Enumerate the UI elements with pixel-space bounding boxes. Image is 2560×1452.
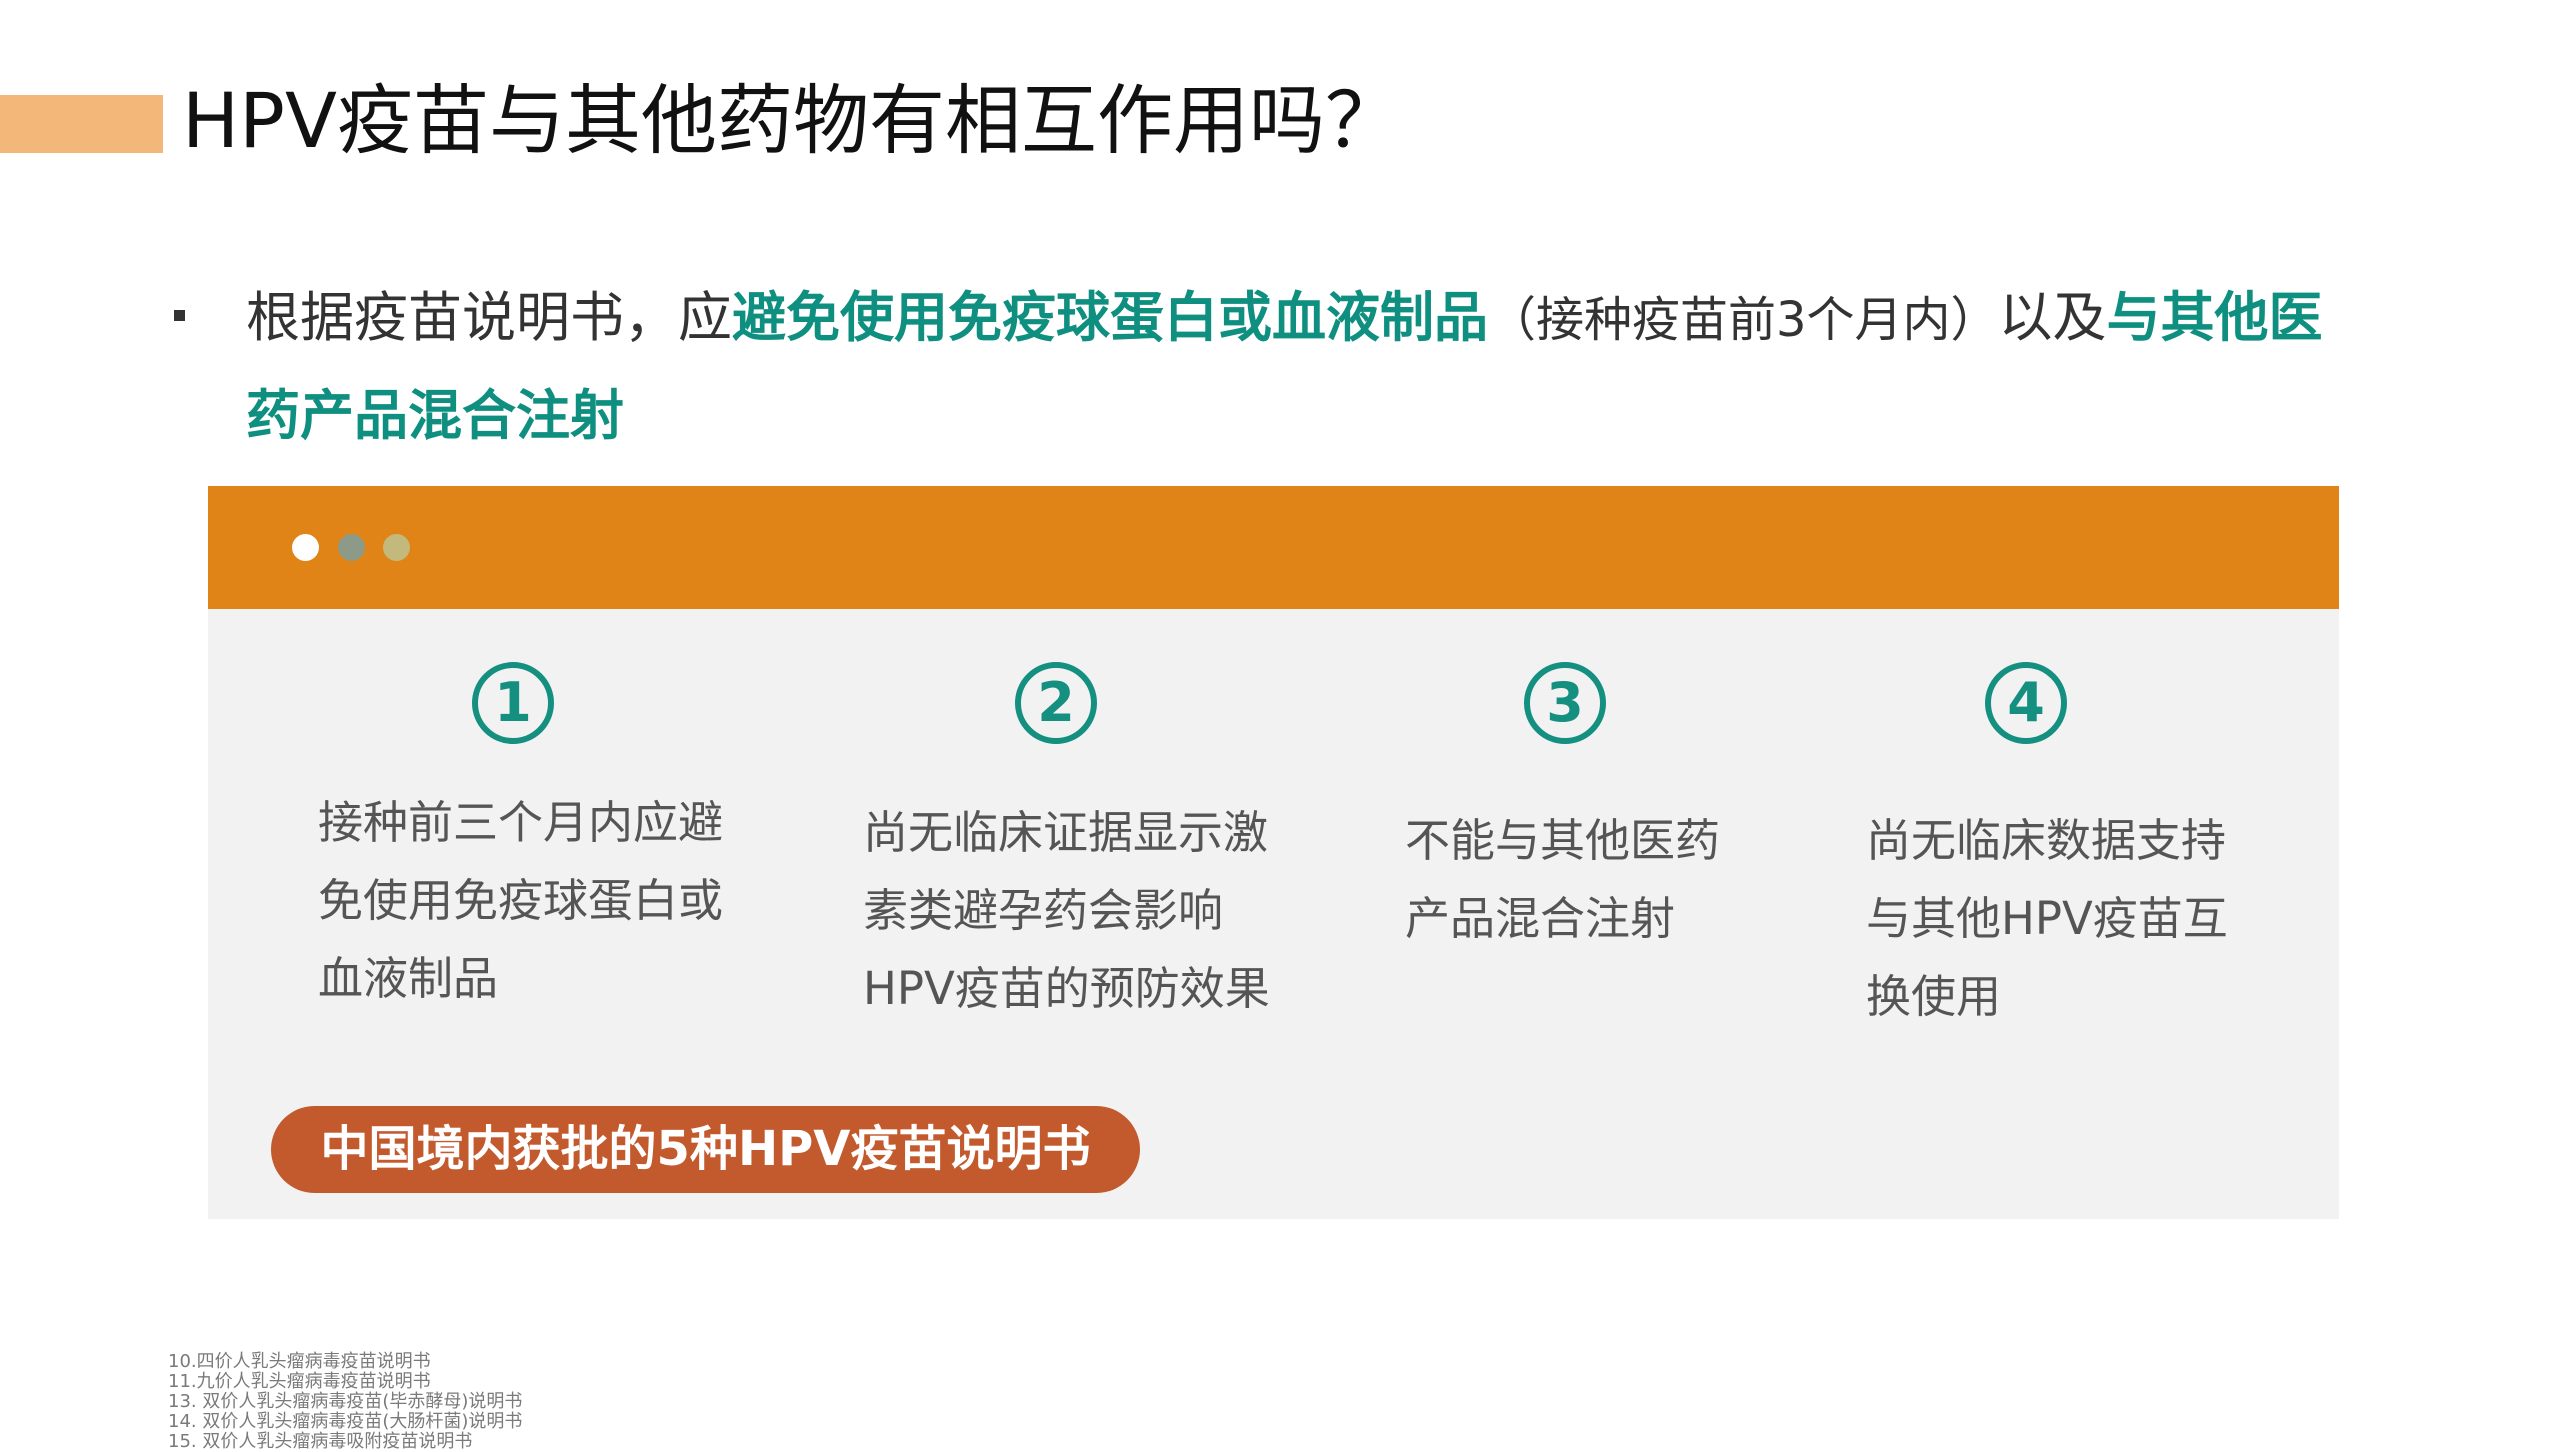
reference-item: 10.四价人乳头瘤病毒疫苗说明书: [168, 1351, 431, 1372]
item-4-line: 与其他HPV疫苗互: [1866, 892, 2228, 945]
item-1-line: 接种前三个月内应避: [318, 796, 724, 849]
info-panel: 1 接种前三个月内应避 免使用免疫球蛋白或 血液制品 2 尚无临床证据显示激 素…: [208, 486, 2339, 1219]
window-dot-icon: [383, 534, 410, 561]
item-3-text: 不能与其他医药 产品混合注射: [1405, 802, 1720, 958]
highlight-mixed-injection-2: 药产品混合注射: [246, 384, 624, 447]
item-3-line: 不能与其他医药: [1405, 814, 1721, 867]
circled-number-3: 3: [1524, 662, 1606, 744]
references: 10.四价人乳头瘤病毒疫苗说明书 11.九价人乳头瘤病毒疫苗说明书 13. 双价…: [168, 1352, 522, 1452]
item-4-text: 尚无临床数据支持 与其他HPV疫苗互 换使用: [1866, 802, 2228, 1036]
bullet-text: 根据疫苗说明书，应避免使用免疫球蛋白或血液制品（接种疫苗前3个月内）以及与其他医…: [246, 270, 2526, 464]
item-1-line: 免使用免疫球蛋白或: [318, 874, 724, 927]
circled-number-1: 1: [472, 662, 554, 744]
reference-item: 14. 双价人乳头瘤病毒疫苗(大肠杆菌)说明书: [168, 1411, 523, 1432]
window-dot-icon: [338, 534, 365, 561]
bullet-prefix: 根据疫苗说明书，应: [246, 286, 732, 349]
item-2-line: 素类避孕药会影响: [863, 884, 1224, 937]
bullet-parenthetical: （接种疫苗前3个月内）: [1488, 292, 1999, 348]
source-label-pill: 中国境内获批的5种HPV疫苗说明书: [271, 1106, 1140, 1193]
item-2-text: 尚无临床证据显示激 素类避孕药会影响 HPV疫苗的预防效果: [863, 794, 1270, 1028]
highlight-immunoglobulin: 避免使用免疫球蛋白或血液制品: [732, 286, 1488, 349]
reference-item: 13. 双价人乳头瘤病毒疫苗(毕赤酵母)说明书: [168, 1391, 523, 1412]
item-2-line: 尚无临床证据显示激: [863, 806, 1269, 859]
bullet-middle: 以及: [1998, 286, 2107, 349]
page-title: HPV疫苗与其他药物有相互作用吗？: [182, 76, 1401, 165]
title-accent-bar: [0, 95, 163, 153]
panel-header-bar: [208, 486, 2339, 609]
item-2-line: HPV疫苗的预防效果: [863, 962, 1270, 1015]
item-4-line: 尚无临床数据支持: [1866, 814, 2227, 867]
item-1-line: 血液制品: [318, 952, 499, 1005]
circled-number-2: 2: [1015, 662, 1097, 744]
item-3-line: 产品混合注射: [1405, 892, 1676, 945]
highlight-mixed-injection-1: 与其他医: [2106, 286, 2323, 349]
item-4-line: 换使用: [1866, 970, 2002, 1023]
window-dot-icon: [292, 534, 319, 561]
reference-item: 11.九价人乳头瘤病毒疫苗说明书: [168, 1371, 431, 1392]
item-1-text: 接种前三个月内应避 免使用免疫球蛋白或 血液制品: [318, 784, 723, 1018]
circled-number-4: 4: [1985, 662, 2067, 744]
reference-item: 15. 双价人乳头瘤病毒吸附疫苗说明书: [168, 1431, 473, 1452]
bullet-square-icon: [174, 310, 185, 321]
